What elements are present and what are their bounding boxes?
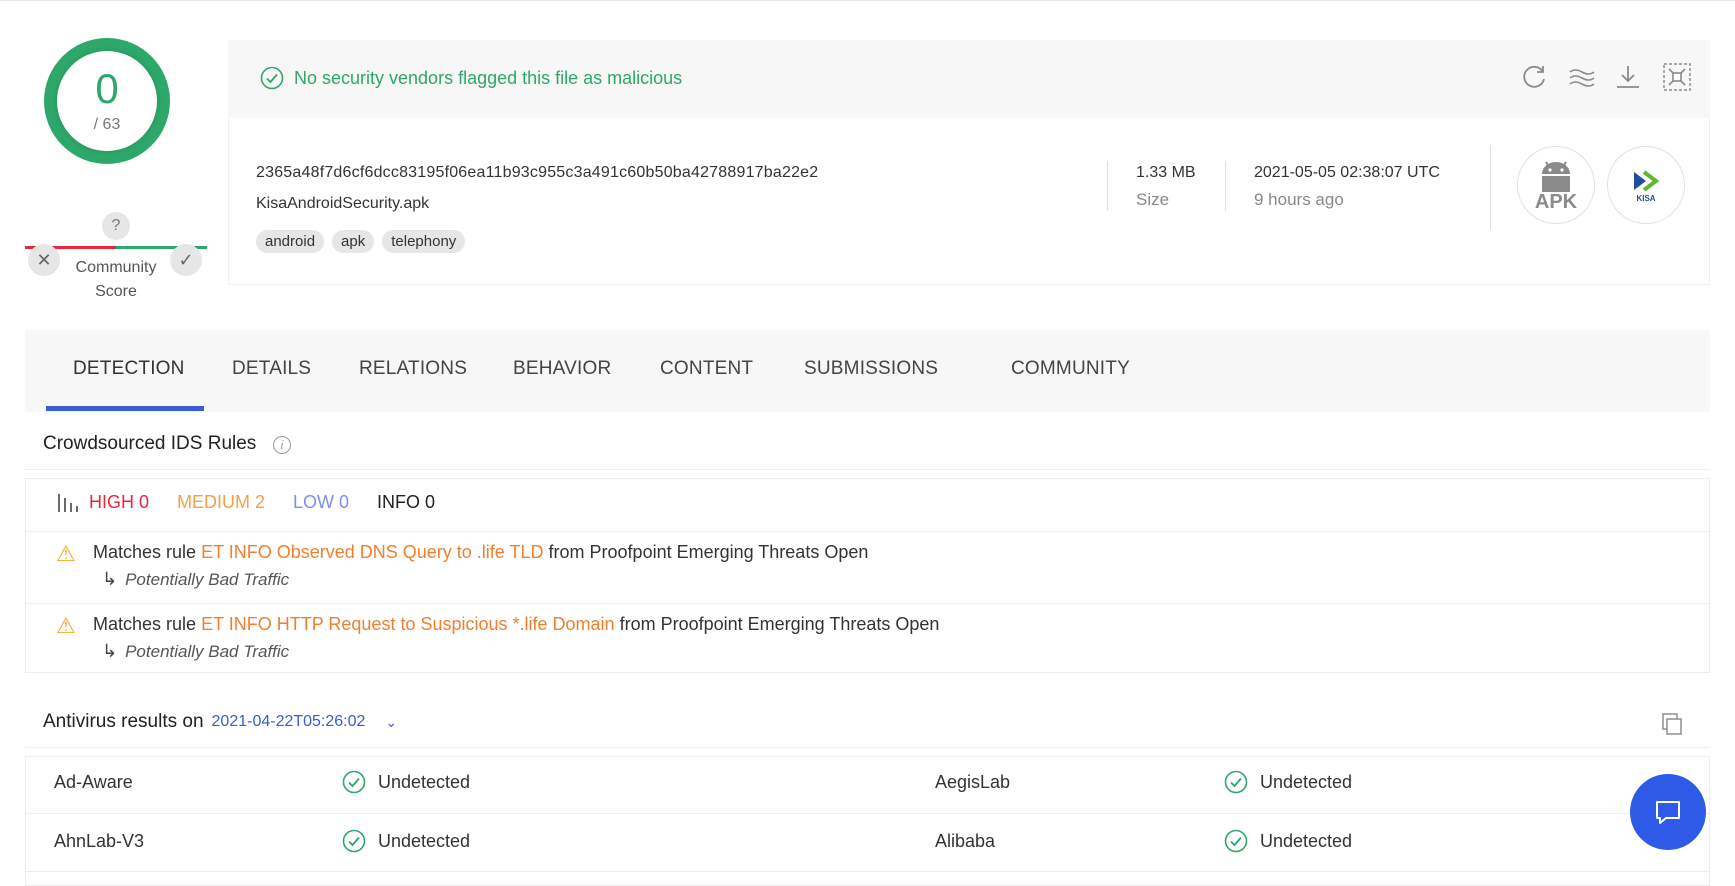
warning-icon: ⚠: [56, 541, 76, 566]
antivirus-title: Antivirus results on 2021-04-22T05:26:02…: [43, 711, 398, 732]
community-score-help-icon[interactable]: ?: [102, 212, 130, 240]
severity-summary: HIGH 0 MEDIUM 2 LOW 0 INFO 0: [57, 492, 435, 513]
subdirectory-arrow-icon: ↳: [102, 569, 118, 589]
warning-icon: ⚠: [56, 613, 76, 638]
check-circle-icon: [1224, 770, 1248, 794]
reanalyze-icon[interactable]: [1520, 62, 1550, 92]
close-icon: ✕: [36, 249, 52, 270]
detection-score-ring: 0 / 63: [44, 38, 170, 164]
kisa-label: KISA: [1636, 193, 1656, 203]
file-size-label: Size: [1136, 190, 1170, 209]
ids-rule-link[interactable]: ET INFO Observed DNS Query to .life TLD: [201, 542, 543, 562]
tag-telephony[interactable]: telephony: [382, 230, 466, 253]
severity-low[interactable]: LOW 0: [293, 492, 349, 513]
vendor-logo: KISA: [1607, 146, 1685, 224]
analysis-date-selector[interactable]: 2021-04-22T05:26:02: [212, 713, 366, 731]
tab-submissions[interactable]: SUBMISSIONS: [804, 358, 938, 380]
tab-community[interactable]: COMMUNITY: [1011, 358, 1130, 380]
ids-rule-link[interactable]: ET INFO HTTP Request to Suspicious *.lif…: [201, 614, 615, 634]
table-row: [25, 756, 1710, 814]
tab-details[interactable]: DETAILS: [232, 358, 311, 380]
chevron-down-icon[interactable]: ⌄: [385, 714, 397, 731]
detection-count: 0: [95, 65, 119, 112]
engine-result: Undetected: [342, 770, 470, 794]
apk-filetype-icon: APK: [1517, 146, 1595, 224]
community-upvote-button[interactable]: ✓: [170, 244, 202, 276]
ids-rule-category: ↳ Potentially Bad Traffic: [102, 569, 290, 589]
tab-behavior[interactable]: BEHAVIOR: [513, 358, 611, 380]
chat-button[interactable]: [1630, 774, 1706, 850]
engine-name: AegisLab: [935, 772, 1011, 792]
severity-medium[interactable]: MEDIUM 2: [177, 492, 265, 513]
divider: [1490, 145, 1491, 230]
engine-name: AhnLab-V3: [54, 831, 145, 851]
ids-rule-row: [25, 603, 1710, 604]
tab-detection[interactable]: DETECTION: [73, 358, 185, 380]
active-tab-indicator: [46, 406, 204, 411]
engine-result: Undetected: [1224, 829, 1352, 853]
ids-title: Crowdsourced IDS Rules: [43, 433, 257, 454]
ids-rule-text: Matches rule ET INFO HTTP Request to Sus…: [93, 614, 940, 634]
ids-rule-text: Matches rule ET INFO Observed DNS Query …: [93, 542, 869, 562]
detection-score: 0 / 63: [57, 51, 157, 151]
engine-result: Undetected: [1224, 770, 1352, 794]
file-tags: android apk telephony: [256, 230, 466, 253]
check-circle-icon: [342, 829, 366, 853]
severity-bars-icon: [58, 493, 78, 512]
divider: [1225, 161, 1226, 211]
tab-content[interactable]: CONTENT: [660, 358, 753, 380]
community-score-label: Community Score: [75, 259, 157, 300]
download-icon[interactable]: [1613, 62, 1643, 92]
copy-icon[interactable]: [1660, 712, 1684, 736]
ids-rule-category: ↳ Potentially Bad Traffic: [102, 641, 290, 661]
ids-rule-row: [25, 531, 1710, 532]
top-border: [0, 0, 1735, 1]
tag-android[interactable]: android: [256, 230, 325, 253]
divider: [1107, 161, 1108, 211]
graph-icon[interactable]: [1662, 62, 1692, 92]
analysis-date-relative: 9 hours ago: [1254, 190, 1344, 209]
community-downvote-button[interactable]: ✕: [28, 244, 60, 276]
similar-icon[interactable]: [1567, 62, 1597, 92]
subdirectory-arrow-icon: ↳: [102, 641, 118, 661]
file-name: KisaAndroidSecurity.apk: [256, 195, 430, 212]
file-summary-card: [228, 118, 1710, 285]
info-icon[interactable]: i: [273, 436, 291, 454]
check-circle-icon: [342, 770, 366, 794]
engine-result: Undetected: [342, 829, 470, 853]
engine-name: Ad-Aware: [54, 772, 133, 792]
check-circle-icon: [1224, 829, 1248, 853]
kisa-logo-icon: [1634, 169, 1660, 192]
severity-high[interactable]: HIGH 0: [89, 492, 149, 513]
apk-label: APK: [1534, 191, 1578, 213]
chat-bubble-icon: [1656, 801, 1680, 824]
table-row: [25, 814, 1710, 872]
check-circle-icon: [260, 66, 284, 90]
check-icon: ✓: [178, 249, 194, 270]
analysis-date: 2021-05-05 02:38:07 UTC: [1254, 164, 1440, 181]
severity-info[interactable]: INFO 0: [377, 492, 435, 513]
android-icon: [1542, 161, 1570, 192]
engine-name: Alibaba: [935, 831, 996, 851]
engine-total: / 63: [93, 116, 121, 133]
verdict-message: No security vendors flagged this file as…: [260, 66, 682, 90]
tag-apk[interactable]: apk: [332, 230, 375, 253]
file-size-value: 1.33 MB: [1136, 164, 1196, 181]
file-hash[interactable]: 2365a48f7d6cf6dcc83195f06ea11b93c955c3a4…: [256, 164, 818, 182]
tab-relations[interactable]: RELATIONS: [359, 358, 467, 380]
